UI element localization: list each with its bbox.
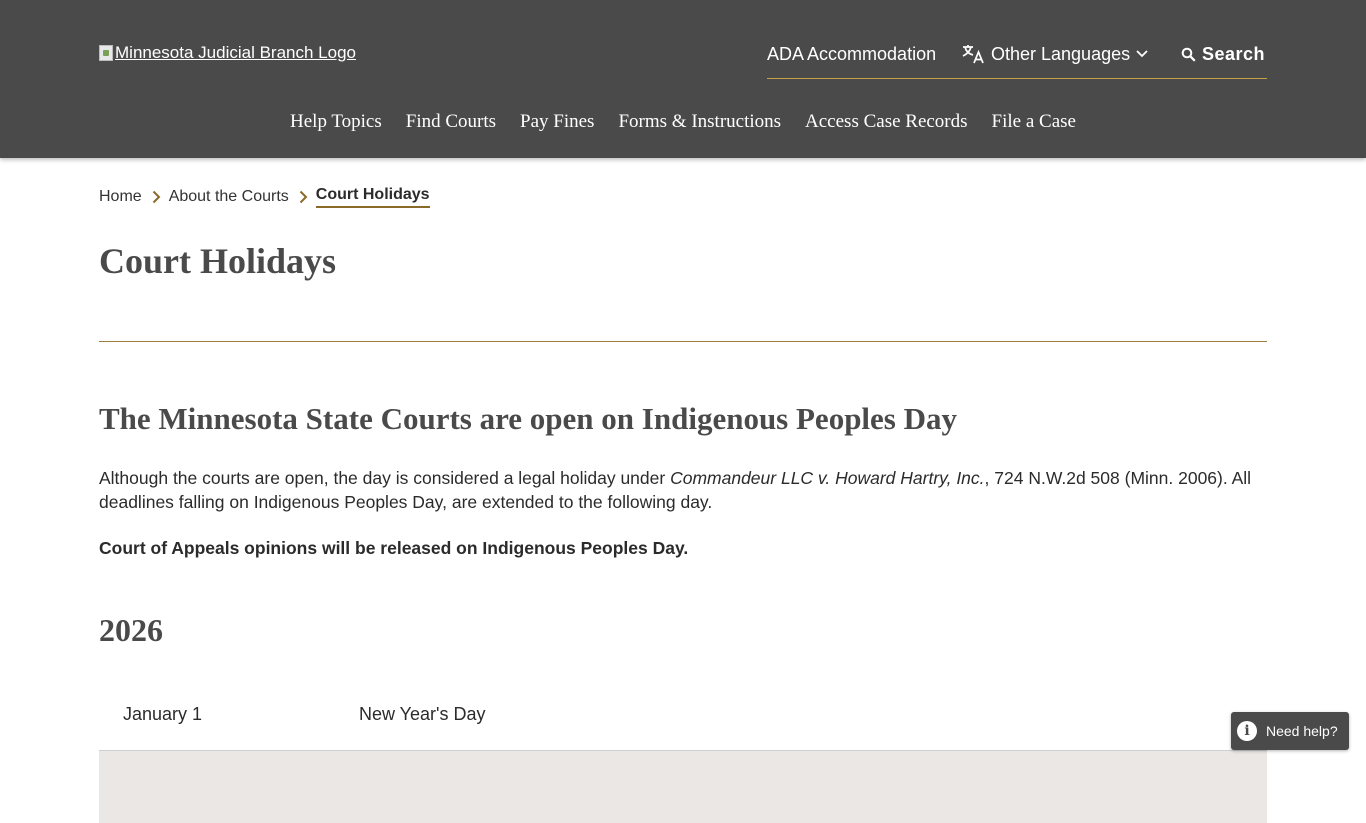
site-header: Minnesota Judicial Branch Logo ADA Accom… xyxy=(0,0,1366,158)
breadcrumb-current: Court Holidays xyxy=(315,186,430,208)
para-text-pre: Although the courts are open, the day is… xyxy=(99,468,671,488)
utility-nav: ADA Accommodation Other Languages Search xyxy=(767,40,1267,79)
other-languages-dropdown[interactable]: Other Languages xyxy=(961,43,1154,65)
year-heading: 2026 xyxy=(99,612,163,648)
breadcrumb-home[interactable]: Home xyxy=(99,188,142,206)
section-divider xyxy=(99,341,1267,342)
page-title: Court Holidays xyxy=(99,241,337,281)
breadcrumb: Home About the Courts Court Holidays xyxy=(99,186,430,208)
translate-icon xyxy=(962,45,984,64)
nav-help-topics[interactable]: Help Topics xyxy=(278,111,394,133)
info-icon: i xyxy=(1237,721,1257,741)
appeals-note: Court of Appeals opinions will be releas… xyxy=(99,538,689,558)
need-help-button[interactable]: i Need help? xyxy=(1231,712,1349,750)
other-languages-label: Other Languages xyxy=(991,43,1131,64)
logo-alt-text: Minnesota Judicial Branch Logo xyxy=(115,43,356,62)
holiday-table: January 1 New Year's Day xyxy=(99,678,1267,823)
nav-forms-instructions[interactable]: Forms & Instructions xyxy=(606,111,793,133)
nav-pay-fines[interactable]: Pay Fines xyxy=(508,111,606,133)
main-nav: Help Topics Find Courts Pay Fines Forms … xyxy=(0,111,1366,133)
holiday-explanation: Although the courts are open, the day is… xyxy=(99,466,1274,514)
nav-file-a-case[interactable]: File a Case xyxy=(980,111,1088,133)
chevron-right-icon xyxy=(152,190,161,204)
need-help-label: Need help? xyxy=(1266,723,1338,739)
section-heading: The Minnesota State Courts are open on I… xyxy=(99,401,958,436)
nav-find-courts[interactable]: Find Courts xyxy=(394,111,508,133)
breadcrumb-about-courts[interactable]: About the Courts xyxy=(169,188,289,206)
search-button[interactable]: Search xyxy=(1181,44,1265,65)
broken-image-icon xyxy=(99,45,113,61)
chevron-down-icon xyxy=(1136,50,1148,58)
table-row xyxy=(99,751,1267,823)
search-icon xyxy=(1181,47,1196,62)
holiday-name: New Year's Day xyxy=(359,703,486,724)
case-citation: Commandeur LLC v. Howard Hartry, Inc. xyxy=(670,468,985,488)
holiday-date: January 1 xyxy=(123,703,203,724)
search-label: Search xyxy=(1202,44,1266,64)
chevron-right-icon xyxy=(299,190,308,204)
ada-accommodation-link[interactable]: ADA Accommodation xyxy=(767,44,936,65)
table-row: January 1 New Year's Day xyxy=(99,678,1267,751)
nav-access-case-records[interactable]: Access Case Records xyxy=(793,111,980,133)
site-logo-link[interactable]: Minnesota Judicial Branch Logo xyxy=(99,43,356,63)
